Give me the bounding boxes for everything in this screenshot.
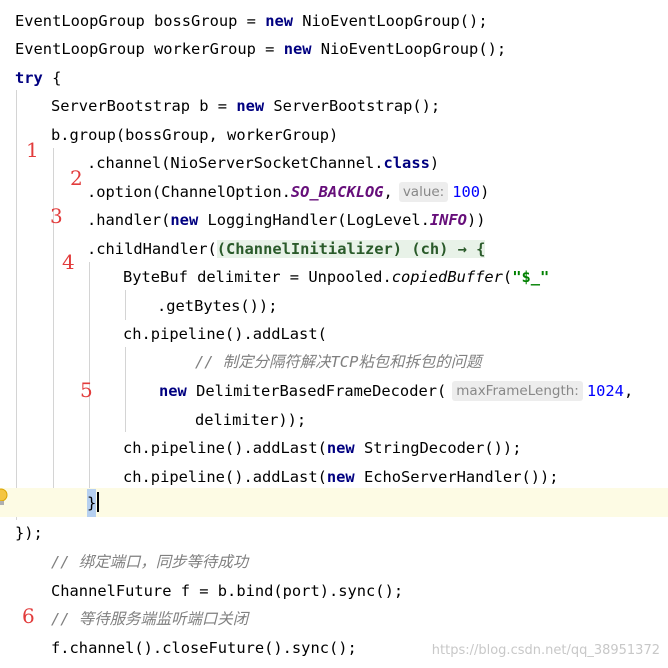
code-line: ChannelFuture f = b.bind(port).sync();	[51, 582, 404, 600]
matched-brace: }	[87, 489, 97, 517]
annotation-marker-6: 6	[22, 604, 35, 628]
indent-guide	[16, 90, 17, 520]
code-line: EventLoopGroup bossGroup = new NioEventL…	[15, 12, 488, 30]
code-line: ByteBuf delimiter = Unpooled.copiedBuffe…	[123, 268, 550, 286]
code-line: });	[15, 524, 43, 542]
code-line: ch.pipeline().addLast(new StringDecoder(…	[123, 439, 522, 457]
parameter-hint: value:	[398, 182, 449, 202]
annotation-marker-3: 3	[50, 204, 63, 228]
annotation-marker-5: 5	[80, 378, 93, 402]
current-line-highlight	[0, 488, 668, 517]
code-line: b.group(bossGroup, workerGroup)	[51, 126, 339, 144]
indent-guide	[125, 347, 126, 432]
code-line: .getBytes());	[157, 297, 278, 315]
code-line: .childHandler((ChannelInitializer) (ch) …	[87, 240, 486, 258]
code-line: .channel(NioServerSocketChannel.class)	[87, 154, 440, 172]
code-comment: // 制定分隔符解决TCP粘包和拆包的问题	[195, 353, 482, 371]
code-line: .option(ChannelOption.SO_BACKLOG, value: 1…	[87, 182, 490, 202]
code-line: try {	[15, 69, 62, 87]
annotation-marker-1: 1	[26, 138, 39, 162]
indent-guide	[89, 262, 90, 492]
text-caret	[97, 492, 100, 512]
code-line: f.channel().closeFuture().sync();	[51, 639, 357, 657]
parameter-hint: maxFrameLength:	[452, 381, 583, 401]
lambda-folded: (ChannelInitializer) (ch) → {	[216, 240, 486, 258]
code-line: EventLoopGroup workerGroup = new NioEven…	[15, 40, 507, 58]
code-editor[interactable]: EventLoopGroup bossGroup = new NioEventL…	[0, 0, 668, 668]
watermark: https://blog.csdn.net/qq_38951372	[431, 643, 660, 658]
indent-guide	[125, 290, 126, 320]
annotation-marker-4: 4	[62, 250, 75, 274]
indent-guide	[53, 148, 54, 493]
annotation-marker-2: 2	[70, 166, 83, 190]
code-line: new DelimiterBasedFrameDecoder(maxFrameL…	[159, 381, 634, 401]
code-line: ServerBootstrap b = new ServerBootstrap(…	[51, 97, 441, 115]
code-line: delimiter));	[195, 411, 307, 429]
code-line: .handler(new LoggingHandler(LogLevel.INF…	[87, 211, 486, 229]
code-comment: // 绑定端口，同步等待成功	[51, 553, 249, 571]
code-comment: // 等待服务端监听端口关闭	[51, 610, 249, 628]
code-line: ch.pipeline().addLast(	[123, 325, 327, 343]
code-line[interactable]: }	[87, 489, 100, 517]
lightbulb-icon[interactable]	[0, 488, 8, 508]
code-line: ch.pipeline().addLast(new EchoServerHand…	[123, 468, 559, 486]
